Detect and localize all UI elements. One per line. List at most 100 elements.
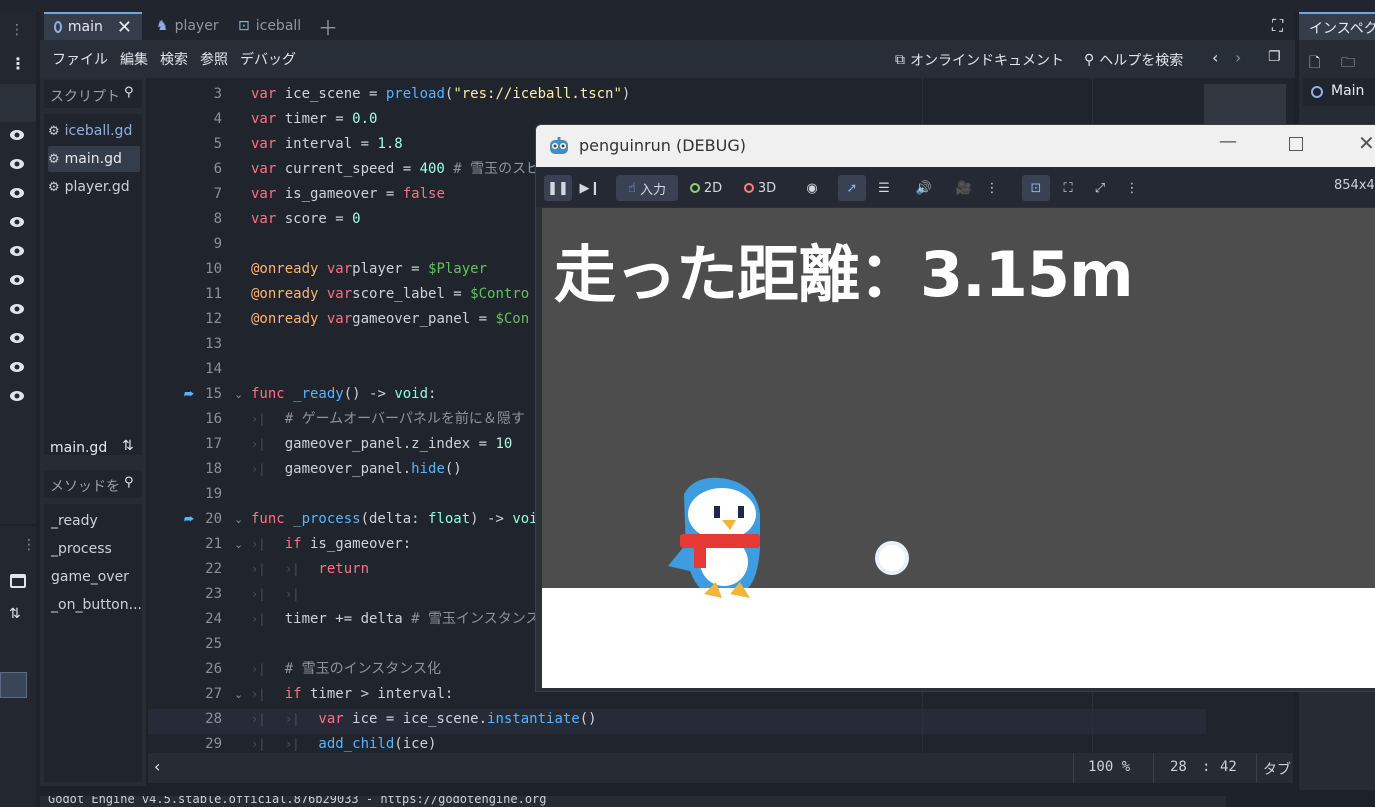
code-text: var is_gameover = false [251,186,445,202]
left-dock: ⋮ ⋮ ⋮ ⇅ [0,12,36,807]
prev-script-icon[interactable]: ‹ [1212,48,1218,67]
window-icon[interactable] [10,574,26,588]
fold-arrow-icon[interactable]: ⌄ [234,507,243,532]
menu-edit[interactable]: 編集 [120,49,148,69]
visibility-icon[interactable] [9,332,25,344]
code-line[interactable]: 28 ›| ›| var ice = ice_scene.instantiate() [148,707,1293,732]
embed-icon[interactable]: ⊡ [1022,175,1050,201]
mode-2d-button[interactable]: 2D [682,175,730,201]
dock-grip-icon[interactable]: ⋮ [22,537,36,553]
game-window-titlebar[interactable]: penguinrun (DEBUG) — ✕ [536,125,1375,167]
code-line[interactable]: 29 ›| ›| add_child(ice) [148,732,1293,753]
divider [1256,753,1257,783]
connected-signal-icon[interactable]: ⮫ [184,507,194,532]
dock-field[interactable] [0,672,27,698]
method-item[interactable]: _process [51,541,112,557]
select-icon[interactable]: ➚ [838,175,866,201]
next-script-icon[interactable]: › [1235,48,1241,67]
code-text: @onready varscore_label = $Contro [251,286,530,302]
add-tab-icon[interactable]: ＋ [308,12,348,40]
dock-menu-icon[interactable]: ⋮ [10,54,26,73]
online-docs-button[interactable]: ⧉ オンラインドキュメント [895,50,1064,70]
script-menu-bar: ファイル 編集 検索 参照 デバッグ ⧉ オンラインドキュメント ⚲ ヘルプを検… [40,40,1295,78]
code-text: var ice_scene = preload("res://iceball.t… [251,86,631,102]
visibility-icon[interactable] [9,187,25,199]
search-icon: ⚲ [124,475,134,490]
toggle-panel-icon[interactable]: ‹ [154,757,160,776]
new-resource-icon[interactable]: 🗋 [1309,52,1320,76]
step-button[interactable]: ▶❙ [576,175,604,201]
code-text: gameover_panel.z_index = 10 [251,436,513,452]
scene-tab-bar: main ✕ ♞ player ⊡ iceball ＋ ⛶ [40,12,1295,40]
fold-arrow-icon[interactable]: ⌄ [234,532,243,557]
visibility-icon[interactable] [9,216,25,228]
audio-icon[interactable]: 🔊 [910,175,938,201]
method-filter[interactable]: メソッドを ⚲ [44,470,142,498]
minimize-icon[interactable]: — [1219,131,1237,152]
tab-indent-marker: ›| [251,587,266,601]
visibility-icon[interactable] [9,129,25,141]
help-search-button[interactable]: ⚲ ヘルプを検索 [1084,50,1183,70]
fullscreen-icon[interactable]: ⛶ [1272,16,1283,36]
open-folder-icon[interactable]: 🗀 [1341,52,1355,76]
indent-mode[interactable]: タブ [1263,759,1291,779]
line-number: 27 [205,686,222,702]
pause-button[interactable]: ❚❚ [544,175,572,201]
fold-arrow-icon[interactable]: ⌄ [234,382,243,407]
input-toggle[interactable]: ☝ 入力 [616,175,678,201]
more-icon[interactable]: ⋮ [982,175,1002,201]
visibility-icon[interactable] [9,274,25,286]
external-link-icon: ⧉ [895,52,905,68]
code-line[interactable]: 3 var ice_scene = preload("res://iceball.… [148,82,1293,107]
current-script-label: main.gd [50,440,108,456]
visibility-icon[interactable] [9,361,25,373]
script-item-active[interactable]: ⚙ main.gd [48,146,140,172]
float-window-icon[interactable]: ❐ [1268,49,1281,65]
visibility-icon[interactable] [9,245,25,257]
script-item[interactable]: ⚙ iceball.gd [48,118,140,144]
inspector-tab[interactable]: インスペク [1299,12,1375,40]
menu-goto[interactable]: 参照 [200,49,228,69]
method-item[interactable]: _on_button... [51,597,142,613]
script-item[interactable]: ⚙ player.gd [48,174,140,200]
camera-icon[interactable]: 🎥 [950,175,978,201]
method-item[interactable]: _ready [51,513,98,529]
tab-main[interactable]: main ✕ [44,12,142,40]
eye-icon[interactable]: ◉ [798,175,826,201]
2d-icon [689,183,700,193]
line-number: 28 [205,711,222,727]
menu-file[interactable]: ファイル [52,49,108,69]
mode-3d-button[interactable]: 3D [736,175,784,201]
visibility-icon[interactable] [9,303,25,315]
script-filter[interactable]: スクリプト ⚲ [44,80,142,108]
tab-player[interactable]: ♞ player [146,12,229,40]
menu-debug[interactable]: デバッグ [240,49,296,69]
close-icon[interactable]: ✕ [117,17,132,38]
inspector-node-selector[interactable]: Main [1303,78,1375,106]
dock-grip-icon[interactable]: ⋮ [10,22,24,38]
close-icon[interactable]: ✕ [1358,131,1375,155]
sort-icon[interactable]: ⇅ [9,606,21,622]
tab-label: iceball [255,18,302,34]
script-list-panel: スクリプト ⚲ ⚙ iceball.gd ⚙ main.gd ⚙ player.… [40,78,146,786]
menu-search[interactable]: 検索 [160,49,188,69]
fit-icon[interactable]: ⛶ [1054,175,1082,201]
gear-icon: ⚙ [48,123,60,139]
visibility-icon[interactable] [9,158,25,170]
code-text: @onready vargameover_panel = $Con [251,311,530,327]
expand-icon[interactable]: ⤢ [1086,175,1114,201]
list-select-icon[interactable]: ☰ [870,175,898,201]
connected-signal-icon[interactable]: ⮫ [184,382,194,407]
method-item[interactable]: game_over [51,569,129,585]
gear-icon: ⚙ [48,179,60,195]
visibility-icon[interactable] [9,390,25,402]
dock-divider [0,524,36,526]
more-icon[interactable]: ⋮ [1122,175,1142,201]
fold-arrow-icon[interactable]: ⌄ [234,682,243,707]
tab-iceball[interactable]: ⊡ iceball [228,12,311,40]
zoom-level[interactable]: 100 % [1088,759,1130,775]
game-viewport[interactable]: 走った距離：3.15m [542,208,1375,688]
line-number: 17 [205,436,222,452]
maximize-icon[interactable] [1289,137,1303,151]
sort-icon[interactable]: ⇅ [122,438,134,454]
